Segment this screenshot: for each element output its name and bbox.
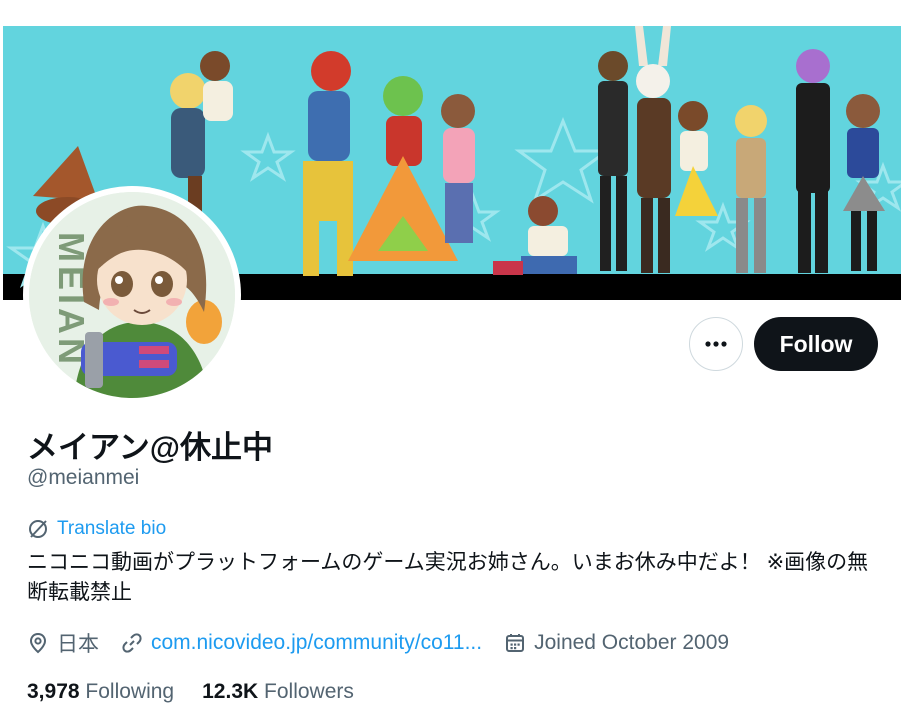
display-name: メイアン@休止中	[27, 430, 273, 465]
joined-item: Joined October 2009	[504, 631, 729, 655]
avatar[interactable]: MEIAN	[23, 186, 241, 404]
profile-page: MEIAN Follow メイアン@休止中 @meianmei Translat…	[0, 0, 904, 711]
location-pin-icon	[29, 632, 47, 654]
profile-meta: 日本 com.nicovideo.jp/community/co11... Jo…	[27, 627, 751, 659]
following-stat[interactable]: 3,978 Following	[27, 680, 174, 704]
top-strip	[0, 0, 904, 26]
follow-button[interactable]: Follow	[754, 317, 878, 371]
following-count: 3,978	[27, 680, 80, 703]
followers-count: 12.3K	[202, 680, 259, 703]
following-label: Following	[85, 680, 175, 703]
handle: @meianmei	[27, 466, 140, 489]
calendar-icon	[506, 634, 525, 652]
link-icon	[122, 633, 142, 653]
follow-stats: 3,978 Following 12.3K Followers	[27, 680, 382, 704]
location-item: 日本	[27, 628, 99, 658]
website-link[interactable]: com.nicovideo.jp/community/co11...	[151, 631, 482, 655]
followers-label: Followers	[264, 680, 354, 703]
bio-text: ニコニコ動画がプラットフォームのゲーム実況お姉さん。いまお休み中だよ！ ※画像の…	[27, 551, 869, 604]
globe-slash-icon	[29, 520, 47, 538]
joined-text: Joined October 2009	[534, 631, 730, 654]
translate-bio-link[interactable]: Translate bio	[27, 518, 166, 540]
avatar-illustration: MEIAN	[29, 192, 235, 398]
website-item[interactable]: com.nicovideo.jp/community/co11...	[121, 631, 482, 655]
more-button[interactable]	[689, 317, 743, 371]
followers-stat[interactable]: 12.3K Followers	[202, 680, 354, 704]
location-text: 日本	[57, 633, 99, 656]
more-dots-icon	[705, 341, 727, 347]
translate-bio-label: Translate bio	[57, 518, 167, 539]
avatar-image: MEIAN	[29, 192, 235, 398]
